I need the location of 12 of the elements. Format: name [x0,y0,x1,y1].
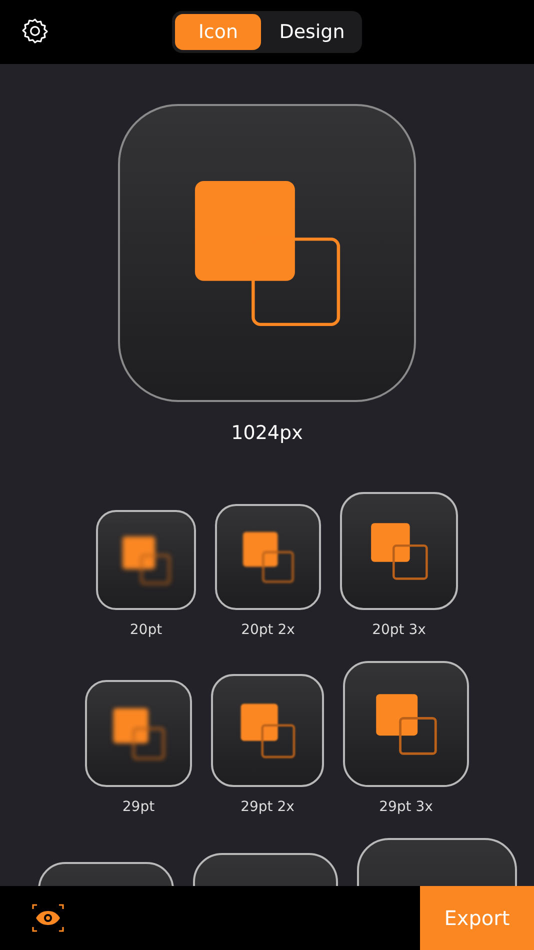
size-label: 29pt 3x [379,799,433,815]
settings-icon[interactable] [21,17,49,45]
size-label: 1024px [231,422,303,444]
size-label: 20pt [130,622,162,638]
size-label: 29pt [122,799,155,815]
size-label: 29pt 2x [240,799,294,815]
tab[interactable]: Design [265,14,359,50]
export-button[interactable]: Export [420,886,534,950]
size-label: 20pt 3x [372,622,426,638]
size-label: 20pt 2x [241,622,295,638]
preview-eye-icon[interactable] [32,903,64,933]
tab[interactable]: Icon [175,14,262,50]
